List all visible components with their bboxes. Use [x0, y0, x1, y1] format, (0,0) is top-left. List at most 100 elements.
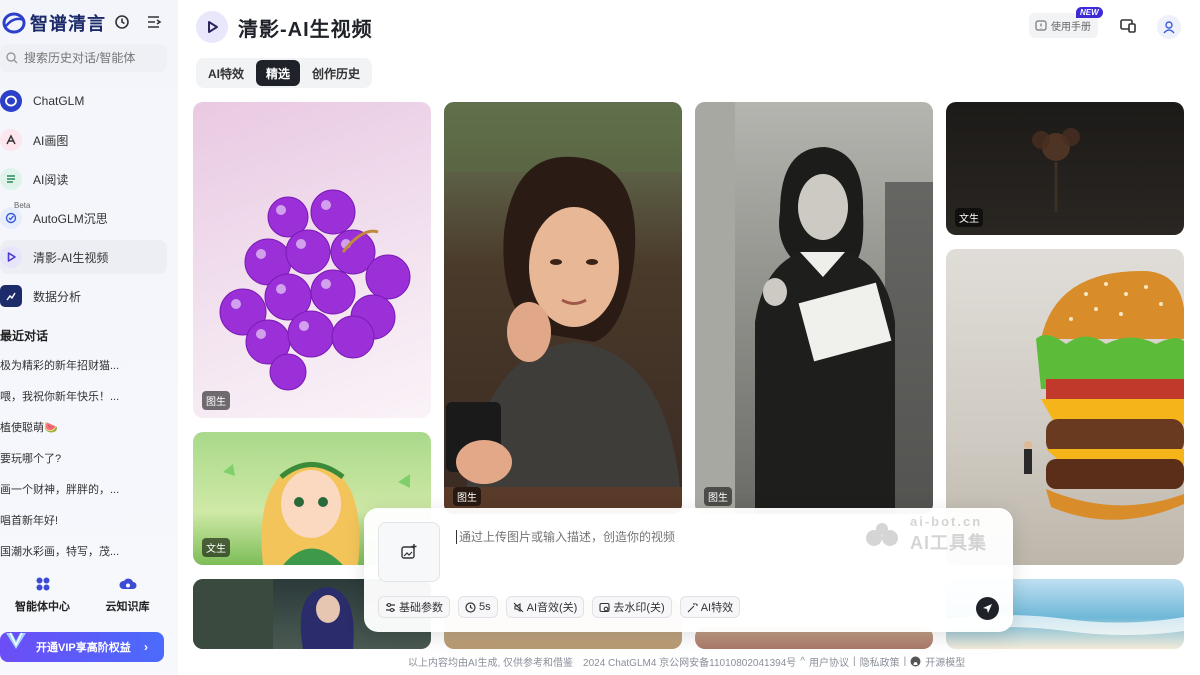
chevron-up-icon: ^	[800, 656, 805, 667]
magic-icon	[687, 602, 698, 612]
sidebar-item-label: ChatGLM	[33, 94, 85, 108]
option-label: AI特效	[700, 602, 734, 614]
list-item[interactable]: 要玩哪个了?	[0, 450, 170, 481]
card-tag: 图生	[453, 487, 481, 506]
bw-woman-thumbnail	[695, 102, 933, 514]
bottom-tools: 智能体中心 云知识库	[0, 576, 170, 614]
list-item[interactable]: 极为精彩的新年招财猫...	[0, 357, 170, 388]
sound-off-icon	[513, 602, 524, 612]
option-label: 5s	[479, 601, 491, 613]
video-play-icon	[196, 11, 228, 43]
divider: |	[903, 656, 907, 667]
watermark-icon	[599, 602, 610, 612]
duration-button[interactable]: 5s	[458, 596, 498, 618]
user-avatar-icon[interactable]	[1157, 15, 1181, 39]
chatglm-icon	[0, 90, 22, 112]
send-button[interactable]	[976, 597, 999, 620]
beta-badge: Beta	[14, 201, 31, 210]
page-header: 清影-AI生视频	[196, 11, 373, 43]
sidebar-item-ai-paint[interactable]: AI画图	[0, 123, 167, 157]
logo-text: 智谱清言	[30, 14, 106, 34]
github-icon	[910, 656, 921, 667]
card-tag: 文生	[202, 538, 230, 557]
collapse-sidebar-icon[interactable]	[144, 12, 164, 32]
cloud-kb-button[interactable]: 云知识库	[85, 576, 170, 614]
tool-label: 云知识库	[105, 601, 150, 613]
prompt-panel: ai-bot.cn AI工具集 基础参数 5s AI音效(关) 去水印(关) A…	[364, 508, 1013, 632]
help-icon	[1035, 19, 1047, 31]
tab-history[interactable]: 创作历史	[302, 60, 370, 86]
chevron-right-icon: ›	[144, 640, 148, 654]
logo-row: 智谱清言	[0, 10, 178, 36]
list-item[interactable]: 喂，我祝你新年快乐！...	[0, 388, 170, 419]
tab-featured[interactable]: 精选	[256, 60, 301, 86]
sidebar-item-label: AutoGLM沉思	[33, 211, 108, 226]
vip-badge-icon	[6, 632, 26, 649]
footer-disclaimer: 以上内容均由AI生成, 仅供参考和借鉴	[408, 658, 574, 669]
device-switch-icon[interactable]	[1117, 15, 1139, 37]
new-badge: NEW	[1076, 7, 1103, 18]
image-add-icon	[401, 544, 417, 559]
sidebar-item-chatglm[interactable]: ChatGLM	[0, 84, 167, 118]
card-tag: 文生	[955, 208, 983, 227]
sliders-icon	[386, 602, 395, 612]
prompt-input[interactable]	[456, 530, 836, 544]
autoglm-icon	[0, 207, 22, 229]
option-label: AI音效(关)	[526, 602, 578, 614]
ai-read-icon	[0, 168, 22, 190]
watermark-logo-icon	[866, 522, 898, 546]
card-tag: 图生	[704, 487, 732, 506]
sidebar-item-label: 数据分析	[33, 289, 82, 304]
data-analysis-icon	[0, 285, 22, 307]
video-card-dark-flower[interactable]: 文生	[946, 102, 1184, 235]
phone-woman-thumbnail	[444, 102, 682, 514]
history-icon[interactable]	[112, 12, 132, 32]
tab-ai-effects[interactable]: AI特效	[198, 60, 254, 86]
agent-center-icon	[36, 577, 49, 591]
help-label: 使用手册	[1051, 22, 1091, 33]
sidebar-nav: ChatGLM AI画图 AI阅读 Beta AutoGLM沉思 清影-AI生视…	[0, 84, 167, 318]
ai-effects-button[interactable]: AI特效	[679, 596, 741, 618]
sidebar: 智谱清言 ChatGLM AI画图	[0, 0, 178, 675]
list-item[interactable]: 植使聪萌🍉	[0, 419, 170, 450]
send-icon	[983, 604, 992, 613]
vip-label: 开通VIP享高阶权益	[36, 642, 131, 654]
sidebar-item-ai-read[interactable]: AI阅读	[0, 162, 167, 196]
option-label: 去水印(关)	[613, 602, 665, 614]
footer-copyright: 2024 ChatGLM4 京公网安备11010802041394号	[583, 658, 797, 669]
basic-params-button[interactable]: 基础参数	[378, 596, 450, 618]
agent-center-button[interactable]: 智能体中心	[0, 576, 85, 614]
page-title: 清影-AI生视频	[238, 18, 373, 41]
tab-bar: AI特效 精选 创作历史	[196, 58, 373, 88]
sidebar-item-data-analysis[interactable]: 数据分析	[0, 279, 167, 313]
vip-upgrade-button[interactable]: 开通VIP享高阶权益 ›	[0, 632, 164, 662]
video-card-bw-woman[interactable]: 图生	[695, 102, 933, 514]
watermark-top: ai-bot.cn	[910, 514, 983, 529]
sidebar-item-video[interactable]: 清影-AI生视频	[0, 240, 167, 274]
divider: |	[853, 656, 856, 667]
sidebar-item-label: 清影-AI生视频	[33, 250, 109, 265]
option-label: 基础参数	[399, 602, 443, 614]
footer-link-open-model[interactable]: 开源模型	[925, 654, 965, 669]
list-item[interactable]: 唱首新年好!	[0, 512, 170, 543]
upload-image-button[interactable]	[378, 522, 440, 582]
video-card-phone-woman[interactable]: 图生	[444, 102, 682, 514]
video-card-grapes[interactable]: 图生	[193, 102, 431, 418]
cloud-kb-icon	[118, 578, 136, 589]
sidebar-item-autoglm[interactable]: Beta AutoGLM沉思	[0, 201, 167, 235]
list-item[interactable]: 画一个财神，胖胖的，...	[0, 481, 170, 512]
video-play-icon	[0, 246, 22, 268]
tool-label: 智能体中心	[15, 601, 70, 613]
footer-link-terms[interactable]: 用户协议	[809, 654, 849, 669]
footer: 以上内容均由AI生成, 仅供参考和借鉴 2024 ChatGLM4 京公网安备1…	[408, 654, 965, 669]
search-input[interactable]	[24, 51, 164, 65]
ai-sound-toggle[interactable]: AI音效(关)	[505, 596, 585, 618]
search-box[interactable]	[0, 44, 167, 72]
card-tag: 图生	[202, 391, 230, 410]
ai-paint-icon	[0, 129, 22, 151]
list-item[interactable]: 国潮水彩画，特写，茂...	[0, 543, 170, 574]
clock-icon	[465, 601, 476, 613]
remove-watermark-toggle[interactable]: 去水印(关)	[592, 596, 672, 618]
watermark-bottom: AI工具集	[910, 533, 987, 553]
footer-link-privacy[interactable]: 隐私政策	[860, 654, 900, 669]
